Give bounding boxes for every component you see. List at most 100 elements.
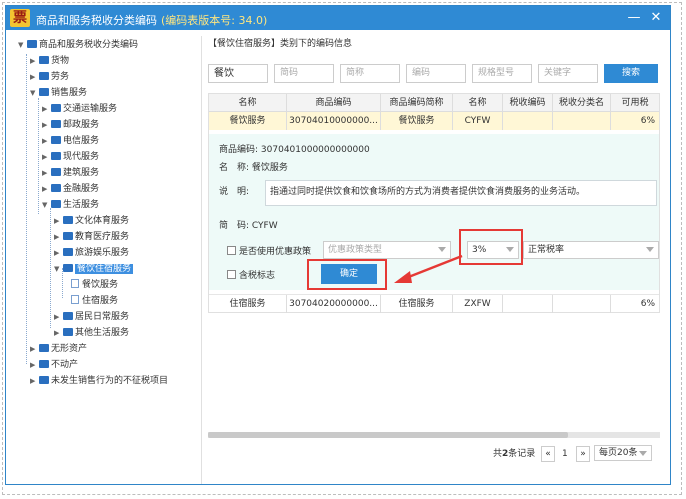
tree-item-sales-services[interactable]: ▼ 销售服务 — [30, 86, 87, 100]
tree-item-goods[interactable]: ▶ 货物 — [30, 54, 69, 68]
preferential-checkbox[interactable]: 是否使用优惠政策 — [227, 244, 311, 257]
tree-guide-line — [38, 98, 39, 214]
collapse-icon[interactable]: ▶ — [54, 326, 62, 340]
expand-icon[interactable]: ▼ — [54, 262, 62, 276]
tree-item-intangible[interactable]: ▶ 无形资产 — [30, 342, 87, 356]
cell-tax-class — [553, 112, 611, 130]
collapse-icon[interactable]: ▶ — [54, 214, 62, 228]
collapse-icon[interactable]: ▶ — [42, 150, 50, 164]
tree-item-labor[interactable]: ▶ 劳务 — [30, 70, 69, 84]
cell-code-short: 住宿服务 — [381, 295, 453, 313]
folder-icon — [63, 328, 73, 336]
code-value: 3070401000000000000 — [260, 145, 370, 155]
folder-icon — [51, 184, 61, 192]
folder-icon — [39, 376, 49, 384]
tree-item-finance[interactable]: ▶ 金融服务 — [42, 182, 99, 196]
tree-item-living[interactable]: ▼ 生活服务 — [42, 198, 99, 212]
collapse-icon[interactable]: ▶ — [30, 374, 38, 388]
folder-icon — [63, 216, 73, 224]
col-header-rate[interactable]: 可用税 — [611, 94, 659, 112]
tree-item-real-estate[interactable]: ▶ 不动产 — [30, 358, 78, 372]
record-count: 共2条记录 — [493, 449, 536, 459]
tree-item-non-taxable[interactable]: ▶ 未发生销售行为的不征税项目 — [30, 374, 168, 388]
folder-icon — [39, 56, 49, 64]
collapse-icon[interactable]: ▶ — [42, 166, 50, 180]
tree-item-edu-medical[interactable]: ▶ 教育医疗服务 — [54, 230, 129, 244]
short-code-input[interactable]: 简码 — [274, 64, 334, 83]
folder-icon — [51, 120, 61, 128]
desc-label: 说 明: — [219, 187, 250, 197]
collapse-icon[interactable]: ▶ — [42, 182, 50, 196]
collapse-icon[interactable]: ▶ — [30, 54, 38, 68]
next-page-button[interactable]: » — [576, 446, 590, 462]
checkbox-icon[interactable] — [227, 246, 236, 255]
cell-tax-code — [503, 295, 553, 313]
tree-item-catering[interactable]: 餐饮服务 — [70, 278, 118, 292]
file-icon — [71, 279, 79, 288]
tree-item-tourism[interactable]: ▶ 旅游娱乐服务 — [54, 246, 129, 260]
page-size-select[interactable]: 每页20条 — [594, 445, 652, 461]
short-value: CYFW — [251, 221, 278, 231]
tree-item-culture-sports[interactable]: ▶ 文化体育服务 — [54, 214, 129, 228]
chevron-down-icon — [639, 451, 647, 456]
tree-item-catering-lodging[interactable]: ▼ 餐饮住宿服务 — [54, 262, 134, 276]
folder-icon — [51, 136, 61, 144]
tree-root[interactable]: ▼ 商品和服务税收分类编码 — [18, 38, 138, 52]
expand-icon[interactable]: ▼ — [42, 198, 50, 212]
title-bar: 票 商品和服务税收分类编码 (编码表版本号: 34.0) — ✕ — [6, 6, 670, 30]
tree-item-modern[interactable]: ▶ 现代服务 — [42, 150, 99, 164]
scroll-thumb[interactable] — [208, 432, 568, 438]
table-row[interactable]: 住宿服务 30704020000000... 住宿服务 ZXFW 6% — [209, 294, 659, 313]
minimize-icon[interactable]: — — [626, 10, 642, 26]
col-header-tax-code[interactable]: 税收编码 — [503, 94, 553, 112]
collapse-icon[interactable]: ▶ — [54, 310, 62, 324]
collapse-icon[interactable]: ▶ — [42, 102, 50, 116]
collapse-icon[interactable]: ▶ — [54, 246, 62, 260]
expand-icon[interactable]: ▼ — [30, 86, 38, 100]
short-label: 简 码: CYFW — [219, 221, 278, 231]
close-icon[interactable]: ✕ — [648, 10, 664, 26]
short-name-input[interactable]: 简称 — [340, 64, 400, 83]
collapse-icon[interactable]: ▶ — [30, 342, 38, 356]
folder-icon — [39, 344, 49, 352]
col-header-name2[interactable]: 名称 — [453, 94, 503, 112]
tree-item-construction[interactable]: ▶ 建筑服务 — [42, 166, 99, 180]
search-button[interactable]: 搜索 — [604, 64, 658, 83]
spec-model-input[interactable]: 规格型号 — [472, 64, 532, 83]
prev-page-button[interactable]: « — [541, 446, 555, 462]
name-search-input[interactable]: 餐饮 — [208, 64, 268, 83]
code-input[interactable]: 编码 — [406, 64, 466, 83]
tree-item-transport[interactable]: ▶ 交通运输服务 — [42, 102, 117, 116]
tree-item-telecom[interactable]: ▶ 电信服务 — [42, 134, 99, 148]
collapse-icon[interactable]: ▶ — [30, 70, 38, 84]
col-header-tax-class[interactable]: 税收分类名 — [553, 94, 611, 112]
col-header-code-short[interactable]: 商品编码简称 — [381, 94, 453, 112]
folder-icon — [63, 264, 73, 272]
table-row[interactable]: 餐饮服务 30704010000000... 餐饮服务 CYFW 6% — [209, 112, 659, 130]
horizontal-scrollbar[interactable] — [208, 432, 660, 438]
folder-icon — [63, 312, 73, 320]
cell-tax-class — [553, 295, 611, 313]
col-header-code[interactable]: 商品编码 — [287, 94, 381, 112]
folder-icon — [51, 152, 61, 160]
highlight-confirm-box — [307, 259, 387, 290]
keyword-input[interactable]: 关键字 — [538, 64, 598, 83]
col-header-name[interactable]: 名称 — [209, 94, 287, 112]
collapse-icon[interactable]: ▶ — [30, 358, 38, 372]
collapse-icon[interactable]: ▶ — [42, 118, 50, 132]
tree-item-lodging[interactable]: 住宿服务 — [70, 294, 118, 308]
cell-code: 30704010000000... — [287, 112, 381, 130]
expand-icon[interactable]: ▼ — [18, 38, 26, 52]
description-textarea[interactable]: 指通过同时提供饮食和饮食场所的方式为消费者提供饮食消费服务的业务活动。 — [265, 180, 657, 206]
tree-item-resident-daily[interactable]: ▶ 居民日常服务 — [54, 310, 129, 324]
collapse-icon[interactable]: ▶ — [54, 230, 62, 244]
rate-type-select[interactable]: 正常税率 — [523, 241, 659, 259]
tree-item-other-living[interactable]: ▶ 其他生活服务 — [54, 326, 129, 340]
collapse-icon[interactable]: ▶ — [42, 134, 50, 148]
checkbox-icon[interactable] — [227, 270, 236, 279]
name-label: 名 称: 餐饮服务 — [219, 163, 288, 173]
tree-item-postal[interactable]: ▶ 邮政服务 — [42, 118, 99, 132]
annotation-arrow-icon — [394, 254, 463, 283]
window-title: 商品和服务税收分类编码 (编码表版本号: 34.0) — [36, 12, 267, 28]
tax-included-checkbox[interactable]: 含税标志 — [227, 268, 275, 281]
